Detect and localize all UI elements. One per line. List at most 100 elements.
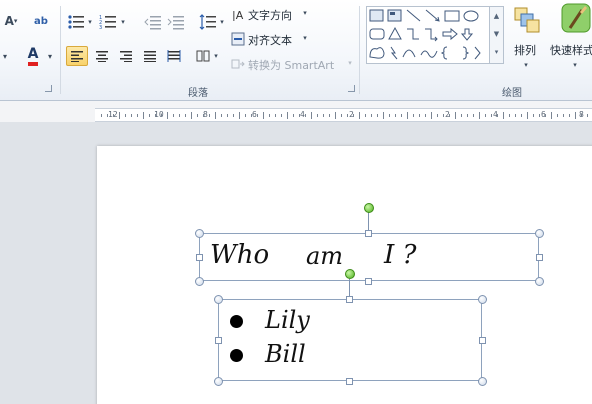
horizontal-ruler[interactable]: 12 10 8 6 4 2 2 4 6 8 xyxy=(95,108,592,122)
ruler-tick xyxy=(125,114,126,117)
arrange-icon[interactable] xyxy=(512,4,542,36)
justify-button[interactable] xyxy=(140,46,160,66)
ruler-tick xyxy=(293,114,294,117)
resize-handle[interactable] xyxy=(195,277,204,286)
ruler-tick xyxy=(509,114,510,117)
shapes-gallery[interactable]: ▲ ▼ ▾ xyxy=(366,6,504,64)
resize-handle[interactable] xyxy=(536,254,543,261)
ruler-tick xyxy=(113,114,114,117)
line-spacing-dropdown-icon[interactable]: ▾ xyxy=(218,16,226,28)
resize-handle[interactable] xyxy=(365,230,372,237)
font-color-icon[interactable]: A xyxy=(22,45,44,67)
gallery-up-icon[interactable]: ▲ xyxy=(490,7,503,25)
shapes-gallery-icons xyxy=(369,9,481,60)
resize-handle[interactable] xyxy=(215,337,222,344)
bullets-dropdown-icon[interactable]: ▾ xyxy=(86,16,94,28)
convert-smartart-icon[interactable] xyxy=(230,56,246,72)
svg-text:|A: |A xyxy=(232,9,244,21)
rotate-handle[interactable] xyxy=(345,269,355,279)
ruler-tick xyxy=(443,114,444,117)
quick-styles-label[interactable]: 快速样式 xyxy=(550,42,592,58)
ruler-tick xyxy=(173,114,174,117)
gallery-more-icon[interactable]: ▾ xyxy=(490,43,503,61)
resize-handle[interactable] xyxy=(478,377,487,386)
text-direction-label[interactable]: 文字方向 xyxy=(248,7,292,23)
ruler-tick xyxy=(149,114,150,117)
resize-handle[interactable] xyxy=(365,278,372,285)
resize-handle[interactable] xyxy=(535,277,544,286)
ruler-tick xyxy=(275,114,276,117)
ruler-tick xyxy=(521,114,522,117)
ruler-tick xyxy=(185,114,186,117)
ruler-tick xyxy=(239,112,240,119)
align-text-label[interactable]: 对齐文本 xyxy=(248,32,292,48)
ruler-tick xyxy=(539,114,540,117)
ruler-tick xyxy=(335,112,336,119)
ruler-tick xyxy=(155,114,156,117)
font-color-dropdown-icon[interactable]: ▾ xyxy=(45,50,55,62)
paragraph-dialog-launcher[interactable] xyxy=(348,85,355,92)
align-left-button[interactable] xyxy=(66,46,88,66)
group-separator xyxy=(359,6,360,94)
columns-dropdown-icon[interactable]: ▾ xyxy=(212,51,220,61)
columns-icon[interactable] xyxy=(194,46,212,66)
align-right-button[interactable] xyxy=(116,46,136,66)
ruler-tick xyxy=(377,114,378,117)
resize-handle[interactable] xyxy=(346,296,353,303)
quick-styles-dropdown-icon[interactable]: ▾ xyxy=(570,60,580,70)
gallery-scroll[interactable]: ▲ ▼ ▾ xyxy=(489,7,503,63)
resize-handle[interactable] xyxy=(535,229,544,238)
ruler-tick xyxy=(317,114,318,117)
arrange-dropdown-icon[interactable]: ▾ xyxy=(521,60,531,70)
ruler-tick xyxy=(161,114,162,117)
align-text-dropdown-icon[interactable]: ▾ xyxy=(301,33,309,43)
rotate-handle[interactable] xyxy=(364,203,374,213)
convert-smartart-dropdown-icon[interactable]: ▾ xyxy=(346,58,354,68)
dropdown-arrow-icon[interactable]: ▾ xyxy=(0,48,10,64)
list-text-box[interactable]: Lily Bill xyxy=(218,299,482,381)
increase-indent-icon[interactable] xyxy=(166,11,186,33)
ruler-tick xyxy=(341,114,342,117)
ruler-tick xyxy=(431,112,432,119)
text-direction-icon[interactable]: |A xyxy=(230,6,246,22)
ruler-tick xyxy=(131,114,132,117)
resize-handle[interactable] xyxy=(196,254,203,261)
font-dialog-launcher[interactable] xyxy=(45,85,52,92)
ruler-tick xyxy=(485,114,486,117)
ruler-tick xyxy=(479,112,480,119)
ruler-tick xyxy=(281,114,282,117)
line-spacing-icon[interactable] xyxy=(198,11,218,33)
title-word-i: I ? xyxy=(384,240,417,270)
text-direction-dropdown-icon[interactable]: ▾ xyxy=(301,8,309,18)
resize-handle[interactable] xyxy=(195,229,204,238)
bullet-icon xyxy=(230,315,243,328)
bullets-icon[interactable] xyxy=(66,11,86,33)
list-item-bill: Bill xyxy=(265,340,306,368)
align-center-button[interactable] xyxy=(92,46,112,66)
ruler-tick xyxy=(191,112,192,119)
resize-handle[interactable] xyxy=(214,295,223,304)
resize-handle[interactable] xyxy=(214,377,223,386)
arrange-label[interactable]: 排列 xyxy=(514,42,536,58)
resize-handle[interactable] xyxy=(478,295,487,304)
paragraph-group-label: 段落 xyxy=(188,88,208,99)
convert-smartart-label[interactable]: 转换为 SmartArt xyxy=(248,57,334,73)
ruler-tick xyxy=(365,114,366,117)
resize-handle[interactable] xyxy=(479,337,486,344)
ruler-tick xyxy=(251,114,252,117)
numbering-dropdown-icon[interactable]: ▾ xyxy=(119,16,127,28)
decrease-indent-icon[interactable] xyxy=(143,11,163,33)
shrink-font-icon[interactable]: A ▾ xyxy=(2,12,20,30)
ruler-tick xyxy=(383,112,384,119)
numbering-icon[interactable]: 123 xyxy=(98,11,118,33)
change-case-icon[interactable]: ab xyxy=(30,11,52,31)
quick-styles-icon[interactable] xyxy=(560,2,592,36)
gallery-down-icon[interactable]: ▼ xyxy=(490,25,503,43)
align-text-icon[interactable] xyxy=(230,31,246,47)
title-text-box[interactable]: Who am I ? xyxy=(199,233,539,281)
resize-handle[interactable] xyxy=(346,378,353,385)
distributed-button[interactable] xyxy=(164,46,184,66)
ruler-tick xyxy=(263,112,264,119)
ruler-tick xyxy=(461,114,462,117)
ruler-tick xyxy=(311,112,312,119)
